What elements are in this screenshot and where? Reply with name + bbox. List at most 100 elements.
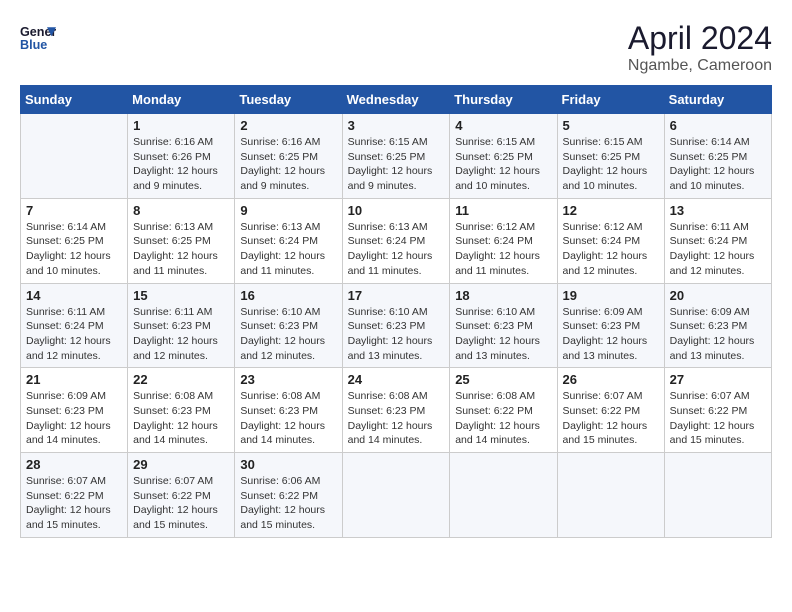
month-title: April 2024 xyxy=(628,20,772,57)
day-number: 17 xyxy=(348,288,445,303)
title-block: April 2024 Ngambe, Cameroon xyxy=(628,20,772,75)
col-tuesday: Tuesday xyxy=(235,86,342,114)
calendar-cell: 6 Sunrise: 6:14 AM Sunset: 6:25 PM Daylig… xyxy=(664,114,771,199)
day-number: 20 xyxy=(670,288,766,303)
calendar-week-4: 21 Sunrise: 6:09 AM Sunset: 6:23 PM Dayli… xyxy=(21,368,772,453)
day-info: Sunrise: 6:12 AM Sunset: 6:24 PM Dayligh… xyxy=(563,220,659,279)
day-info: Sunrise: 6:13 AM Sunset: 6:24 PM Dayligh… xyxy=(240,220,336,279)
day-info: Sunrise: 6:14 AM Sunset: 6:25 PM Dayligh… xyxy=(26,220,122,279)
day-info: Sunrise: 6:07 AM Sunset: 6:22 PM Dayligh… xyxy=(563,389,659,448)
calendar-cell: 26 Sunrise: 6:07 AM Sunset: 6:22 PM Dayli… xyxy=(557,368,664,453)
day-number: 30 xyxy=(240,457,336,472)
day-info: Sunrise: 6:08 AM Sunset: 6:23 PM Dayligh… xyxy=(133,389,229,448)
day-info: Sunrise: 6:11 AM Sunset: 6:24 PM Dayligh… xyxy=(670,220,766,279)
day-info: Sunrise: 6:15 AM Sunset: 6:25 PM Dayligh… xyxy=(455,135,551,194)
calendar-cell xyxy=(557,453,664,538)
day-info: Sunrise: 6:07 AM Sunset: 6:22 PM Dayligh… xyxy=(26,474,122,533)
calendar-cell: 16Sunrise: 6:10 AM Sunset: 6:23 PM Dayli… xyxy=(235,283,342,368)
day-number: 28 xyxy=(26,457,122,472)
calendar-cell: 10 Sunrise: 6:13 AM Sunset: 6:24 PM Dayli… xyxy=(342,198,450,283)
day-number: 3 xyxy=(348,118,445,133)
day-info: Sunrise: 6:16 AM Sunset: 6:26 PM Dayligh… xyxy=(133,135,229,194)
day-number: 18 xyxy=(455,288,551,303)
calendar-week-2: 7 Sunrise: 6:14 AM Sunset: 6:25 PM Daylig… xyxy=(21,198,772,283)
col-wednesday: Wednesday xyxy=(342,86,450,114)
day-info: Sunrise: 6:14 AM Sunset: 6:25 PM Dayligh… xyxy=(670,135,766,194)
calendar-week-1: 1 Sunrise: 6:16 AM Sunset: 6:26 PM Daylig… xyxy=(21,114,772,199)
day-info: Sunrise: 6:09 AM Sunset: 6:23 PM Dayligh… xyxy=(563,305,659,364)
day-info: Sunrise: 6:09 AM Sunset: 6:23 PM Dayligh… xyxy=(670,305,766,364)
col-thursday: Thursday xyxy=(450,86,557,114)
day-number: 26 xyxy=(563,372,659,387)
day-number: 19 xyxy=(563,288,659,303)
day-number: 15 xyxy=(133,288,229,303)
logo: General Blue xyxy=(20,20,56,56)
calendar-cell xyxy=(664,453,771,538)
col-friday: Friday xyxy=(557,86,664,114)
calendar-cell: 29 Sunrise: 6:07 AM Sunset: 6:22 PM Dayli… xyxy=(128,453,235,538)
calendar-week-5: 28 Sunrise: 6:07 AM Sunset: 6:22 PM Dayli… xyxy=(21,453,772,538)
calendar-cell: 20 Sunrise: 6:09 AM Sunset: 6:23 PM Dayli… xyxy=(664,283,771,368)
day-number: 24 xyxy=(348,372,445,387)
day-number: 6 xyxy=(670,118,766,133)
calendar-cell: 2 Sunrise: 6:16 AM Sunset: 6:25 PM Daylig… xyxy=(235,114,342,199)
day-info: Sunrise: 6:11 AM Sunset: 6:24 PM Dayligh… xyxy=(26,305,122,364)
day-number: 21 xyxy=(26,372,122,387)
calendar-cell xyxy=(21,114,128,199)
calendar-cell xyxy=(342,453,450,538)
calendar-table: Sunday Monday Tuesday Wednesday Thursday… xyxy=(20,85,772,538)
col-sunday: Sunday xyxy=(21,86,128,114)
day-info: Sunrise: 6:12 AM Sunset: 6:24 PM Dayligh… xyxy=(455,220,551,279)
calendar-cell: 19 Sunrise: 6:09 AM Sunset: 6:23 PM Dayli… xyxy=(557,283,664,368)
day-info: Sunrise: 6:16 AM Sunset: 6:25 PM Dayligh… xyxy=(240,135,336,194)
calendar-cell: 22 Sunrise: 6:08 AM Sunset: 6:23 PM Dayli… xyxy=(128,368,235,453)
calendar-cell: 30 Sunrise: 6:06 AM Sunset: 6:22 PM Dayli… xyxy=(235,453,342,538)
calendar-cell: 13 Sunrise: 6:11 AM Sunset: 6:24 PM Dayli… xyxy=(664,198,771,283)
day-number: 2 xyxy=(240,118,336,133)
calendar-cell: 5Sunrise: 6:15 AM Sunset: 6:25 PM Daylig… xyxy=(557,114,664,199)
day-info: Sunrise: 6:08 AM Sunset: 6:22 PM Dayligh… xyxy=(455,389,551,448)
day-info: Sunrise: 6:10 AM Sunset: 6:23 PM Dayligh… xyxy=(240,305,336,364)
col-saturday: Saturday xyxy=(664,86,771,114)
day-info: Sunrise: 6:07 AM Sunset: 6:22 PM Dayligh… xyxy=(670,389,766,448)
day-info: Sunrise: 6:08 AM Sunset: 6:23 PM Dayligh… xyxy=(240,389,336,448)
day-number: 25 xyxy=(455,372,551,387)
calendar-cell: 27 Sunrise: 6:07 AM Sunset: 6:22 PM Dayli… xyxy=(664,368,771,453)
svg-text:Blue: Blue xyxy=(20,38,47,52)
day-info: Sunrise: 6:10 AM Sunset: 6:23 PM Dayligh… xyxy=(348,305,445,364)
day-number: 7 xyxy=(26,203,122,218)
day-number: 29 xyxy=(133,457,229,472)
day-number: 27 xyxy=(670,372,766,387)
calendar-cell: 14 Sunrise: 6:11 AM Sunset: 6:24 PM Dayli… xyxy=(21,283,128,368)
day-number: 4 xyxy=(455,118,551,133)
day-number: 14 xyxy=(26,288,122,303)
calendar-cell: 9 Sunrise: 6:13 AM Sunset: 6:24 PM Daylig… xyxy=(235,198,342,283)
header-row: Sunday Monday Tuesday Wednesday Thursday… xyxy=(21,86,772,114)
page-header: General Blue April 2024 Ngambe, Cameroon xyxy=(20,20,772,75)
logo-icon: General Blue xyxy=(20,20,56,56)
day-number: 22 xyxy=(133,372,229,387)
calendar-cell: 11Sunrise: 6:12 AM Sunset: 6:24 PM Dayli… xyxy=(450,198,557,283)
day-info: Sunrise: 6:15 AM Sunset: 6:25 PM Dayligh… xyxy=(348,135,445,194)
day-info: Sunrise: 6:10 AM Sunset: 6:23 PM Dayligh… xyxy=(455,305,551,364)
calendar-cell: 15Sunrise: 6:11 AM Sunset: 6:23 PM Dayli… xyxy=(128,283,235,368)
day-number: 13 xyxy=(670,203,766,218)
day-number: 10 xyxy=(348,203,445,218)
calendar-cell: 24 Sunrise: 6:08 AM Sunset: 6:23 PM Dayli… xyxy=(342,368,450,453)
calendar-cell: 7 Sunrise: 6:14 AM Sunset: 6:25 PM Daylig… xyxy=(21,198,128,283)
calendar-cell: 12 Sunrise: 6:12 AM Sunset: 6:24 PM Dayli… xyxy=(557,198,664,283)
calendar-cell: 18 Sunrise: 6:10 AM Sunset: 6:23 PM Dayli… xyxy=(450,283,557,368)
calendar-cell: 1 Sunrise: 6:16 AM Sunset: 6:26 PM Daylig… xyxy=(128,114,235,199)
day-number: 9 xyxy=(240,203,336,218)
day-number: 8 xyxy=(133,203,229,218)
day-info: Sunrise: 6:08 AM Sunset: 6:23 PM Dayligh… xyxy=(348,389,445,448)
day-info: Sunrise: 6:13 AM Sunset: 6:24 PM Dayligh… xyxy=(348,220,445,279)
day-number: 1 xyxy=(133,118,229,133)
day-number: 5 xyxy=(563,118,659,133)
day-info: Sunrise: 6:07 AM Sunset: 6:22 PM Dayligh… xyxy=(133,474,229,533)
calendar-cell xyxy=(450,453,557,538)
day-info: Sunrise: 6:06 AM Sunset: 6:22 PM Dayligh… xyxy=(240,474,336,533)
calendar-cell: 3 Sunrise: 6:15 AM Sunset: 6:25 PM Daylig… xyxy=(342,114,450,199)
day-number: 12 xyxy=(563,203,659,218)
day-info: Sunrise: 6:09 AM Sunset: 6:23 PM Dayligh… xyxy=(26,389,122,448)
